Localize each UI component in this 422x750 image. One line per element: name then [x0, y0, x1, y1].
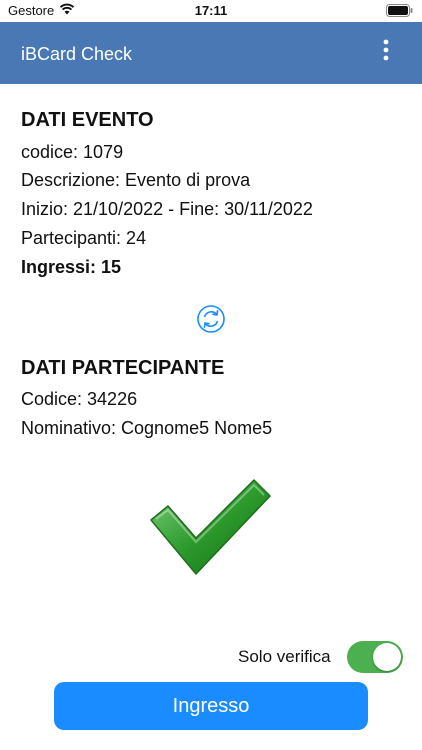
event-entries: Ingressi: 15 — [21, 257, 122, 277]
status-bar: Gestore 17:11 — [0, 0, 422, 22]
app-title: iBCard Check — [21, 44, 133, 64]
app-bar: iBCard Check — [0, 22, 422, 84]
status-time: 17:11 — [194, 3, 228, 18]
participant-code: Codice: 34226 — [21, 389, 138, 409]
refresh-icon[interactable] — [196, 304, 226, 339]
event-description: Descrizione: Evento di prova — [21, 170, 251, 190]
event-code: codice: 1079 — [21, 142, 124, 162]
participant-heading: DATI PARTECIPANTE — [21, 357, 225, 379]
battery-icon — [386, 4, 414, 20]
event-dates: Inizio: 21/10/2022 - Fine: 30/11/2022 — [21, 199, 313, 219]
overflow-menu-icon[interactable] — [376, 36, 396, 70]
event-participants: Partecipanti: 24 — [21, 228, 147, 248]
event-heading: DATI EVENTO — [21, 109, 154, 131]
toggle-knob — [373, 643, 401, 671]
solo-verifica-toggle[interactable] — [347, 641, 403, 673]
ingresso-button[interactable]: Ingresso — [54, 682, 368, 730]
toggle-label: Solo verifica — [238, 647, 331, 666]
checkmark-icon — [148, 478, 274, 583]
participant-name: Nominativo: Cognome5 Nome5 — [21, 418, 273, 438]
